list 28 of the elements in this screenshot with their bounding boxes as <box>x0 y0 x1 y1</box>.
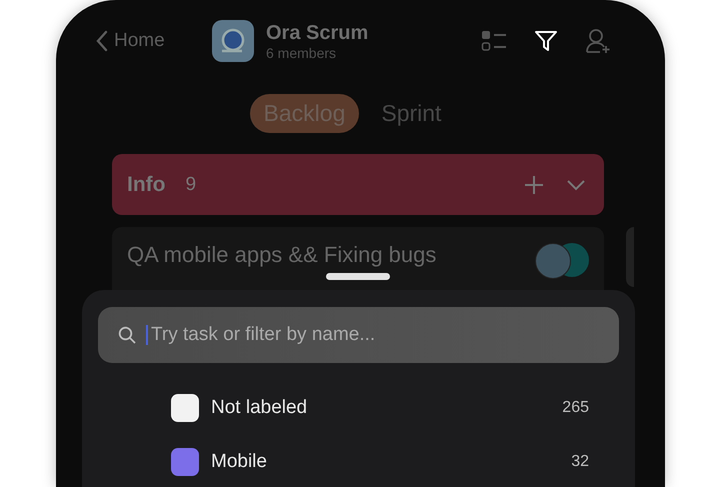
label-swatch[interactable] <box>171 448 199 476</box>
list-header[interactable]: Info 9 <box>112 154 604 215</box>
chevron-down-icon[interactable] <box>566 178 586 190</box>
text-cursor <box>146 325 148 345</box>
search-icon <box>118 326 136 344</box>
label-count: 265 <box>562 399 589 417</box>
sheet-grabber[interactable] <box>326 273 390 280</box>
filter-icon[interactable] <box>534 29 558 53</box>
label-swatch[interactable] <box>171 394 199 422</box>
project-title: Ora Scrum <box>266 22 370 44</box>
label-row[interactable]: Mobile 32 <box>98 435 619 487</box>
search-field[interactable]: Try task or filter by name... <box>149 323 619 347</box>
plus-icon[interactable] <box>524 174 544 194</box>
avatar-icon <box>535 243 571 279</box>
board-tab[interactable]: Sprint <box>367 94 456 133</box>
chevron-left-icon <box>96 30 108 52</box>
task-count: 9 <box>185 174 198 196</box>
app-logo-icon <box>212 20 254 62</box>
back-button[interactable]: Home <box>96 30 212 52</box>
search-bar[interactable]: Try task or filter by name... <box>98 307 619 363</box>
task-title: QA mobile apps && Fixing bugs <box>127 243 436 267</box>
list-view-icon[interactable] <box>481 30 507 52</box>
label-name[interactable]: Not labeled <box>211 397 562 419</box>
list-title: Info <box>127 172 166 196</box>
label-name[interactable]: Mobile <box>211 451 572 473</box>
member-count: 6 members <box>266 44 338 60</box>
label-count: 32 <box>571 453 589 471</box>
label-row[interactable]: Not labeled 265 <box>98 381 619 435</box>
